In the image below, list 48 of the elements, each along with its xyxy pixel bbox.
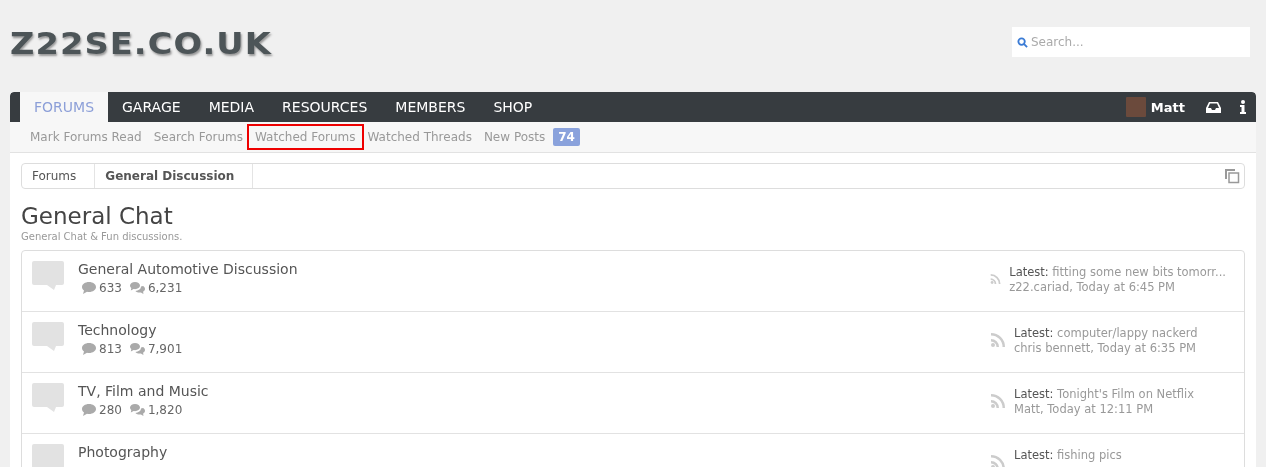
- comment-icon: [82, 282, 96, 294]
- latest-meta: z22.cariad, Today at 6:45 PM: [1009, 280, 1176, 295]
- forum-title[interactable]: General Automotive Discussion: [78, 261, 990, 277]
- nav-tab[interactable]: MEDIA: [194, 92, 269, 122]
- search-icon: [1017, 37, 1028, 48]
- speech-bubble-icon: [32, 383, 64, 415]
- nav-tab[interactable]: RESOURCES: [268, 92, 382, 122]
- thread-count: 813: [99, 342, 122, 356]
- nav-tab[interactable]: GARAGE: [108, 92, 195, 122]
- rss-icon: [990, 393, 1006, 409]
- latest-post: Latest: computer/lappy nackerd: [1014, 326, 1198, 341]
- latest-meta: Matt, Today at 12:11 PM: [1014, 402, 1155, 417]
- message-count: 1,820: [147, 403, 183, 417]
- thread-count: 633: [99, 281, 122, 295]
- speech-bubble-icon: [32, 261, 64, 293]
- inbox-icon[interactable]: [1206, 101, 1221, 113]
- count-badge: 74: [553, 128, 580, 146]
- nav-tab[interactable]: MEMBERS: [381, 92, 480, 122]
- latest-post: Latest: fitting some new bits tomorr...: [1009, 265, 1226, 280]
- copy-icon[interactable]: [1224, 168, 1240, 184]
- nav-tab[interactable]: SHOP: [479, 92, 547, 122]
- latest-meta: chris bennett, Today at 6:35 PM: [1014, 341, 1197, 356]
- latest-post: Latest: fishing pics: [1014, 448, 1122, 463]
- forum-title[interactable]: Technology: [78, 322, 990, 338]
- comments-icon: [129, 282, 145, 294]
- info-icon[interactable]: [1240, 100, 1246, 114]
- forum-title[interactable]: TV, Film and Music: [78, 383, 990, 399]
- site-logo[interactable]: Z22SE.CO.UK: [10, 25, 272, 61]
- speech-bubble-icon: [32, 444, 64, 467]
- thread-count: 280: [99, 403, 122, 417]
- speech-bubble-icon: [32, 322, 64, 354]
- rss-icon: [990, 332, 1006, 348]
- message-count: 6,231: [147, 281, 183, 295]
- page-title: General Chat: [21, 203, 174, 229]
- page-description: General Chat & Fun discussions.: [21, 231, 184, 242]
- message-count: 7,901: [147, 342, 183, 356]
- comments-icon: [129, 404, 145, 416]
- user-name[interactable]: Matt: [1150, 99, 1185, 115]
- forum-title[interactable]: Photography: [78, 444, 990, 460]
- rss-icon: [990, 454, 1006, 467]
- comment-icon: [82, 404, 96, 416]
- latest-post: Latest: Tonight's Film on Netflix: [1014, 387, 1194, 402]
- comment-icon: [82, 343, 96, 355]
- comments-icon: [129, 343, 145, 355]
- rss-icon: [990, 271, 1002, 287]
- search-field[interactable]: Search...: [1012, 27, 1250, 57]
- breadcrumb-link[interactable]: General Discussion: [95, 164, 254, 188]
- breadcrumb-link[interactable]: Forums: [22, 164, 96, 188]
